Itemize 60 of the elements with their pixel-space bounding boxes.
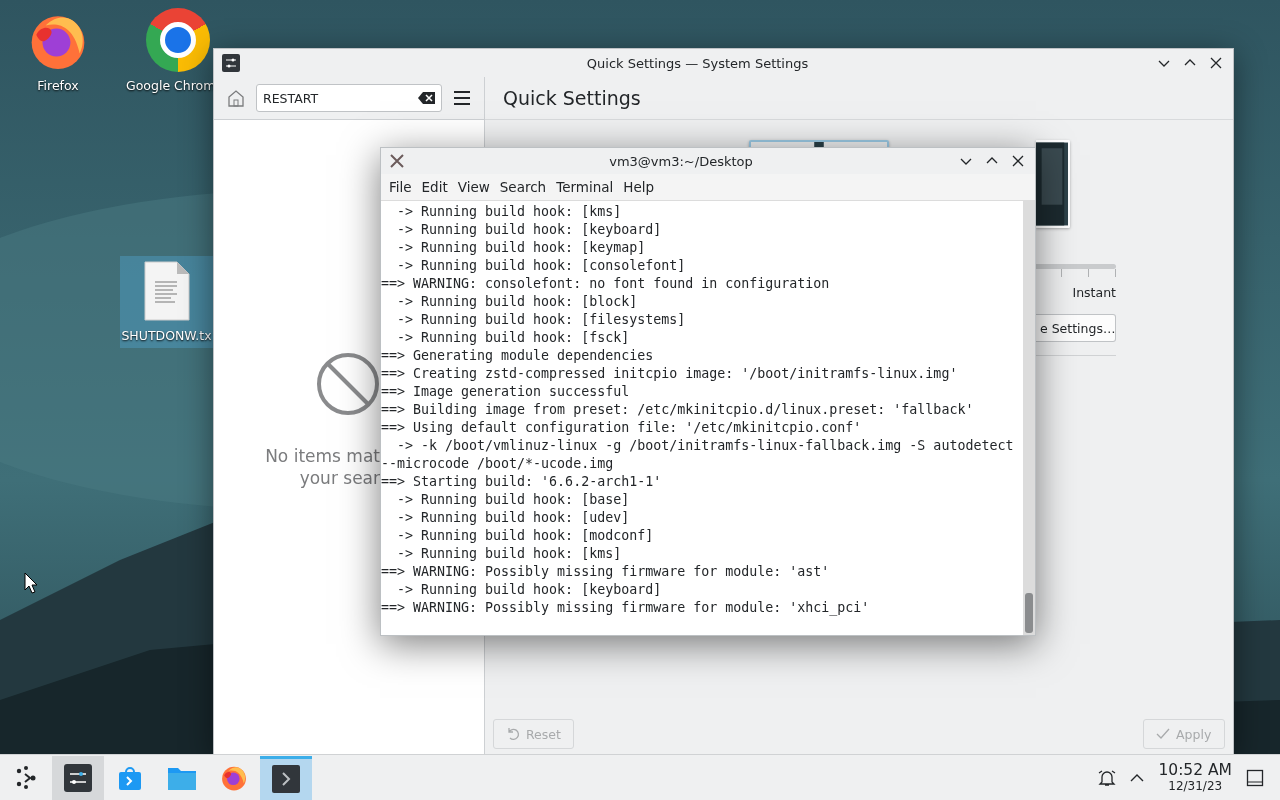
terminal-line: -> Running build hook: [filesystems] xyxy=(396,311,686,329)
menu-item[interactable]: Edit xyxy=(416,179,453,195)
scrollbar[interactable] xyxy=(1023,201,1035,635)
terminal-line: -> Running build hook: [keymap] xyxy=(396,239,646,257)
terminal-line: ==> Image generation successful xyxy=(381,383,630,401)
terminal-line: -> Running build hook: [kms] xyxy=(396,545,622,563)
slider-label: Instant xyxy=(1072,285,1116,300)
taskbar-button[interactable] xyxy=(260,755,312,800)
terminal-line: ==> Starting build: '6.6.2-arch1-1' xyxy=(381,473,662,491)
terminal-line: -> Running build hook: [keyboard] xyxy=(396,581,662,599)
desktop-icon-label[interactable]: Firefox xyxy=(37,78,79,93)
terminal-line: -> Running build hook: [keyboard] xyxy=(396,221,662,239)
settings-button[interactable]: e Settings… xyxy=(1036,314,1116,342)
window-title: vm3@vm3:~/Desktop xyxy=(608,153,754,169)
terminal-line: ==> Generating module dependencies xyxy=(381,347,654,365)
terminal-line: ==> Using default configuration file: '/etc/mkinitcpio.conf' xyxy=(381,419,862,437)
empty-message: No items mat xyxy=(265,446,380,466)
clock-date[interactable]: 12/31/23 xyxy=(1168,780,1223,793)
slider-track[interactable] xyxy=(1034,264,1116,269)
caret-icon[interactable] xyxy=(1130,772,1145,783)
terminal-line: -> Running build hook: [udev] xyxy=(396,509,630,527)
menu-item[interactable]: View xyxy=(452,179,495,195)
empty-message: your sear xyxy=(299,468,380,488)
menu-item[interactable]: Search xyxy=(494,179,552,195)
window-title: Quick Settings — System Settings xyxy=(585,55,810,71)
no-entry-icon xyxy=(316,352,380,416)
terminal-line: ==> Building image from preset: /etc/mkinitcpio.d/linux.preset: 'fallback' xyxy=(381,401,974,419)
terminal-line: -> Running build hook: [modconf] xyxy=(396,527,654,545)
bell-icon[interactable] xyxy=(1098,768,1117,787)
x-icon xyxy=(389,153,405,169)
terminal-line: -> Running build hook: [base] xyxy=(396,491,630,509)
page-title: Quick Settings xyxy=(503,87,641,109)
terminal-icon xyxy=(272,765,300,793)
search-field[interactable]: RESTART xyxy=(256,84,442,112)
terminal-line: ==> WARNING: Possibly missing firmware for module: 'xhci_pci' xyxy=(381,599,870,617)
menu-item[interactable]: Terminal xyxy=(551,179,619,195)
terminal-line: -> Running build hook: [kms] xyxy=(396,203,622,221)
menu-item[interactable]: File xyxy=(384,179,417,195)
text-file-icon xyxy=(142,260,191,322)
show-desktop-icon[interactable] xyxy=(1246,768,1264,787)
terminal-line: --microcode /boot/*-ucode.img xyxy=(381,455,614,473)
terminal-line: -> Running build hook: [block] xyxy=(396,293,638,311)
clock-time[interactable]: 10:52 AM xyxy=(1158,762,1232,779)
close-icon xyxy=(1012,155,1024,167)
terminal-line: ==> Creating zstd-compressed initcpio image: '/boot/initramfs-linux.img' xyxy=(381,365,958,383)
terminal-line: -> -k /boot/vmlinuz-linux -g /boot/initramfs-linux-fallback.img -S autodetect xyxy=(396,437,1014,455)
close-icon xyxy=(1210,57,1222,69)
checkmark-icon xyxy=(1156,727,1170,741)
mouse-cursor-icon xyxy=(24,572,38,594)
terminal-line: -> Running build hook: [fsck] xyxy=(396,329,630,347)
terminal-line: ==> WARNING: consolefont: no font found in configuration xyxy=(381,275,830,293)
terminal-line: -> Running build hook: [consolefont] xyxy=(396,257,686,275)
terminal-line: ==> WARNING: Possibly missing firmware for module: 'ast' xyxy=(381,563,830,581)
settings-icon xyxy=(222,54,240,72)
menu-item[interactable]: Help xyxy=(618,179,660,195)
taskbar-button[interactable] xyxy=(52,755,104,800)
settings-icon xyxy=(64,763,92,792)
clear-icon[interactable] xyxy=(418,91,436,105)
undo-icon xyxy=(506,727,520,741)
desktop-icon-label[interactable]: SHUTDONW.tx xyxy=(121,328,212,343)
